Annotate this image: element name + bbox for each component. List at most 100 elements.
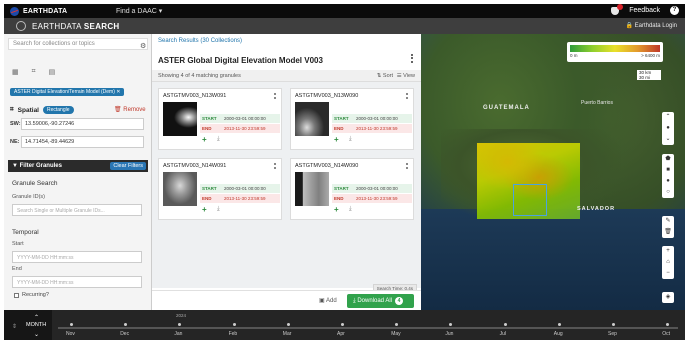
recurring-option[interactable]: Recurring? [14,292,49,298]
granule-menu-icon[interactable] [406,163,408,169]
advanced-search-icon[interactable]: ⚙ [140,42,146,50]
map-edit-controls: ✎ 🗑 [662,216,674,238]
filter-granules-title: Filter Granules [19,163,62,169]
collection-more-menu-icon[interactable] [411,54,413,63]
collection-search-input[interactable]: Search for collections or topics [8,38,148,50]
add-granule-icon[interactable]: + [334,135,339,144]
nasa-logo-icon[interactable] [10,6,19,16]
spatial-type-pill[interactable]: Rectangle [42,106,74,114]
app-title[interactable]: EARTHDATA SEARCH [32,22,120,31]
granule-card[interactable]: ASTGTMV003_N13W090 START 2000-03-01 00:00… [290,88,414,150]
selected-collection-chip[interactable]: ASTER Digital Elevation/Terrain Model (D… [10,88,125,96]
search-filter-panel: Search for collections or topics ⚙ ▦ ⌗ ▤… [4,34,152,310]
elevation-legend: 0 m > 6400 m [567,42,663,62]
timeline-zoom-up-icon[interactable]: ⌃ [34,314,39,321]
granule-start-row: START 2000-03-01 00:00:00 [332,184,412,193]
grid-tool-icon[interactable]: ▤ [49,68,56,76]
start-date-input[interactable]: YYYY-MM-DD HH:mm:ss [12,251,142,263]
map-scale: 30 km 30 mi [637,70,661,80]
timeline-unit: MONTH [26,322,47,328]
sw-label: SW: [10,121,21,127]
download-granule-icon[interactable]: ⤓ [349,206,352,213]
map-draw-controls: ⬟ ■ ● ○ [662,154,674,198]
sort-button[interactable]: ⇅ Sort [377,73,393,79]
ne-coordinate-field[interactable]: 14.71454,-89.44629 [21,136,144,148]
granule-menu-icon[interactable] [274,163,276,169]
granule-start-row: START 2000-03-01 00:00:00 [200,114,280,123]
timeline-track [58,327,678,329]
view-button[interactable]: ☰ View [397,73,415,79]
map-view[interactable]: GUATEMALA Puerto Barrios SALVADOR 0 m > … [421,34,685,310]
zoom-in-icon[interactable]: + [662,246,674,257]
polygon-tool-icon[interactable]: ▦ [12,68,19,76]
granule-menu-icon[interactable] [406,93,408,99]
earthdata-login-link[interactable]: 🔒 Earthdata Login [625,22,677,29]
notification-bell-icon[interactable] [611,4,624,15]
download-granule-icon[interactable]: ⤓ [217,136,220,143]
remove-spatial-button[interactable]: 🗑 Remove [114,106,146,113]
download-granule-icon[interactable]: ⤓ [217,206,220,213]
layers-icon[interactable]: ◈ [662,292,674,303]
timeline-collapse-icon[interactable]: ⇕ [12,323,17,330]
draw-point-icon[interactable]: ● [662,176,674,187]
zoom-out-icon[interactable]: − [662,268,674,279]
recurring-label: Recurring? [22,292,49,298]
topbar-right: Feedback ? [611,4,679,15]
help-icon[interactable]: ? [670,6,679,15]
granule-start-row: START 2000-03-01 00:00:00 [332,114,412,123]
earthdata-brand[interactable]: EARTHDATA [23,8,67,15]
end-date-input[interactable]: YYYY-MM-DD HH:mm:ss [12,276,142,288]
pan-down-icon[interactable]: ⌄ [662,134,674,145]
spatial-label: Spatial [17,106,39,114]
granule-menu-icon[interactable] [274,93,276,99]
selected-collection-chip-row: ASTER Digital Elevation/Terrain Model (D… [10,88,125,96]
download-all-button[interactable]: ⤓ Download All 4 [347,294,414,308]
granule-card[interactable]: ASTGTMV003_N14W090 START 2000-03-01 00:00… [290,158,414,220]
granule-card[interactable]: ASTGTMV003_N14W091 START 2000-03-01 00:00… [158,158,282,220]
timeline-tick [341,323,344,326]
timeline-tick [503,323,507,326]
add-granule-icon[interactable]: + [202,205,207,214]
timeline-zoom-down-icon[interactable]: ⌄ [34,331,39,338]
sw-coordinate-field[interactable]: 13.59006,-90.27246 [21,118,144,130]
results-count-bar: Showing 4 of 4 matching granules ⇅ Sort … [152,70,421,82]
delete-shape-icon[interactable]: 🗑 [662,227,674,238]
sw-coordinate-row: SW: 13.59006,-90.27246 [10,118,144,130]
edit-shape-icon[interactable]: ✎ [662,216,674,227]
home-icon[interactable]: ⌂ [662,257,674,268]
granule-end-row: END 2013-11-30 23:59:59 [200,194,280,203]
draw-rectangle-icon[interactable]: ■ [662,165,674,176]
pan-up-icon[interactable]: ⌃ [662,112,674,123]
scale-mi: 30 mi [639,75,651,80]
earthdata-search-logo-icon[interactable] [16,21,26,31]
timeline-month-label: Mar [282,331,292,337]
feedback-link[interactable]: Feedback [629,7,660,14]
download-granule-icon[interactable]: ⤓ [349,136,352,143]
draw-circle-icon[interactable]: ○ [662,187,674,198]
map-zoom-controls: + ⌂ − [662,246,674,279]
add-to-project-button[interactable]: ▣ Add [319,297,337,304]
timeline-tick [232,323,236,326]
crop-icon: ⌗ [10,106,14,113]
find-daac-menu[interactable]: Find a DAAC ▾ [116,7,162,15]
clear-filters-button[interactable]: Clear Filters [110,162,146,170]
search-results-breadcrumb[interactable]: Search Results (30 Collections) [158,38,242,44]
spatial-rectangle-outline[interactable] [513,184,547,216]
recurring-checkbox[interactable] [14,292,19,298]
granule-card[interactable]: ASTGTMV003_N13W091 START 2000-03-01 00:00… [158,88,282,150]
timeline-tick [395,323,399,326]
timeline-month-label: Aug [553,331,563,337]
granule-search-title: Granule Search [12,180,58,187]
draw-polygon-icon[interactable]: ⬟ [662,154,674,165]
globe-icon[interactable]: ● [662,123,674,134]
rectangle-tool-icon[interactable]: ⌗ [32,68,36,76]
add-granule-icon[interactable]: + [334,205,339,214]
timeline-axis[interactable]: 2024 Nov Dec Jan Feb Mar Apr May Jun Jul Aug Sep Oc… [52,310,685,340]
granule-ids-input[interactable]: Search Single or Multiple Granule IDs... [12,204,142,216]
granule-id: ASTGTMV003_N13W090 [295,93,359,99]
timeline-month-label: Jun [445,331,454,337]
end-label: End [12,266,22,272]
ne-label: NE: [10,139,20,145]
add-granule-icon[interactable]: + [202,135,207,144]
filter-icon: ▼ [12,163,20,169]
